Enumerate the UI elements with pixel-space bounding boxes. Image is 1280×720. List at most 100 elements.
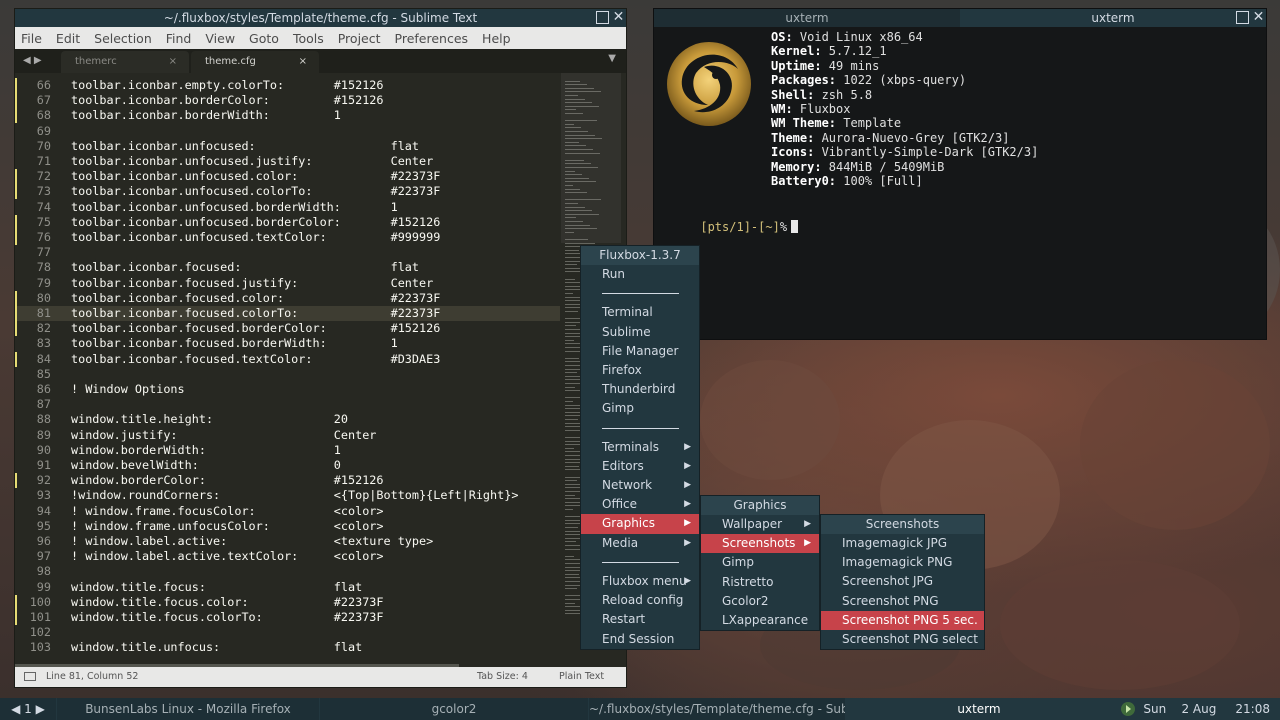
menu-item-screenshots[interactable]: Screenshots ▶ [701,534,819,554]
menu-item-terminal[interactable]: Terminal [581,303,699,322]
code-line[interactable]: 103 window.title.unfocus: flat [15,640,560,655]
code-line[interactable]: 80 toolbar.iconbar.focused.color: #22373F [15,290,560,306]
systray-arrow-icon[interactable] [1120,701,1136,717]
code-line[interactable]: 84 toolbar.iconbar.focused.textColor: #D3… [15,351,560,367]
code-line[interactable]: 81 toolbar.iconbar.focused.colorTo: #2237… [15,306,560,322]
code-line[interactable]: 92 window.borderColor: #152126 [15,473,560,489]
code-line[interactable]: 85 [15,367,560,382]
code-line[interactable]: 74 toolbar.iconbar.unfocused.borderWidth:… [15,200,560,215]
uxterm-titlebar[interactable]: uxterm uxterm ✕ [654,9,1266,27]
menu-item-file-manager[interactable]: File Manager [581,342,699,361]
menu-item-gcolor2[interactable]: Gcolor2 [701,592,819,611]
shell-prompt[interactable]: [pts/1]-[~]% [657,206,799,248]
menu-item-gimp[interactable]: Gimp [581,399,699,418]
tab-close-icon[interactable]: × [299,51,307,73]
screen-icon[interactable] [24,672,36,681]
menu-help[interactable]: Help [482,31,511,46]
code-line[interactable]: 77 [15,245,560,260]
tab-close-icon[interactable]: × [169,51,177,73]
workspace-switcher[interactable]: ◀ 1 ▶ [0,698,56,720]
maximize-button[interactable] [1236,11,1249,24]
code-line[interactable]: 86 ! Window Options [15,382,560,397]
code-line[interactable]: 76 toolbar.iconbar.unfocused.textColor: #… [15,230,560,245]
taskbar-item-firefox[interactable]: BunsenLabs Linux - Mozilla Firefox [57,698,319,720]
code-line[interactable]: 67 toolbar.iconbar.borderColor: #152126 [15,93,560,109]
menu-item-editors[interactable]: Editors ▶ [581,457,699,476]
menu-item-ristretto[interactable]: Ristretto [701,573,819,592]
menu-item-reload-config[interactable]: Reload config [581,591,699,610]
menu-item-network[interactable]: Network ▶ [581,476,699,495]
menu-tools[interactable]: Tools [293,31,324,46]
graphics-submenu[interactable]: Graphics Wallpaper ▶ Screenshots ▶ Gimp Ristr… [700,495,820,632]
menu-item-restart[interactable]: Restart [581,610,699,629]
tab-size[interactable]: Tab Size: 4 [477,667,528,687]
code-line[interactable]: 79 toolbar.iconbar.focused.justify: Cente… [15,276,560,291]
tab-dropdown-icon[interactable]: ▼ [608,53,616,64]
menu-item-run[interactable]: Run [581,265,699,284]
tab-theme-cfg[interactable]: theme.cfg × [191,51,319,73]
code-line[interactable]: 73 toolbar.iconbar.unfocused.colorTo: #22… [15,184,560,200]
syntax-mode[interactable]: Plain Text [559,667,604,687]
taskbar-item-uxterm[interactable]: uxterm [846,698,1112,720]
menu-edit[interactable]: Edit [56,31,80,46]
code-line[interactable]: 97 ! window.label.active.textColor: <colo… [15,549,560,564]
code-line[interactable]: 102 [15,625,560,640]
code-line[interactable]: 71 toolbar.iconbar.unfocused.justify: Cen… [15,154,560,169]
menu-find[interactable]: Find [166,31,192,46]
menu-item-imagemagick-jpg[interactable]: Imagemagick JPG [821,534,984,553]
menu-item-office[interactable]: Office ▶ [581,495,699,514]
code-line[interactable]: 72 toolbar.iconbar.unfocused.color: #2237… [15,169,560,185]
code-line[interactable]: 88 window.title.height: 20 [15,412,560,427]
sublime-window[interactable]: ~/.fluxbox/styles/Template/theme.cfg - S… [14,8,627,688]
menu-preferences[interactable]: Preferences [395,31,469,46]
code-line[interactable]: 83 toolbar.iconbar.focused.borderWidth: 1 [15,336,560,351]
taskbar-item-gcolor2[interactable]: gcolor2 [320,698,588,720]
code-line[interactable]: 93 !window.roundCorners: <{Top|Bottom}{Le… [15,488,560,503]
code-line[interactable]: 98 [15,564,560,579]
menu-item-thunderbird[interactable]: Thunderbird [581,380,699,399]
clock[interactable]: Sun 2 Aug 21:08 [1143,698,1270,720]
menu-item-gimp[interactable]: Gimp [701,553,819,572]
code-line[interactable]: 78 toolbar.iconbar.focused: flat [15,260,560,275]
menu-item-lxappearance[interactable]: LXappearance [701,611,819,630]
uxterm-tab-inactive[interactable]: uxterm [654,9,960,27]
code-line[interactable]: 66 toolbar.iconbar.empty.colorTo: #152126 [15,78,560,93]
code-line[interactable]: 101 window.title.focus.colorTo: #22373F [15,610,560,625]
code-line[interactable]: 69 [15,124,560,139]
close-button[interactable]: ✕ [612,10,625,24]
screenshots-submenu[interactable]: Screenshots Imagemagick JPG Imagemagick P… [820,514,985,651]
code-line[interactable]: 96 ! window.label.active: <texture type> [15,534,560,549]
code-line[interactable]: 91 window.bevelWidth: 0 [15,458,560,473]
menu-item-graphics[interactable]: Graphics ▶ [581,514,699,534]
code-line[interactable]: 90 window.borderWidth: 1 [15,443,560,458]
menu-goto[interactable]: Goto [249,31,279,46]
uxterm-tab-active[interactable]: uxterm [960,9,1266,27]
code-line[interactable]: 68 toolbar.iconbar.borderWidth: 1 [15,108,560,124]
code-line[interactable]: 99 window.title.focus: flat [15,580,560,595]
menu-item-screenshot-png-5-sec[interactable]: Screenshot PNG 5 sec. [821,610,984,630]
code-editor[interactable]: 66 toolbar.iconbar.empty.colorTo: #152126… [15,73,626,667]
close-button[interactable]: ✕ [1252,10,1265,24]
menu-project[interactable]: Project [338,31,381,46]
menu-file[interactable]: File [21,31,42,46]
menu-item-fluxbox-menu[interactable]: Fluxbox menu ▶ [581,572,699,591]
code-line[interactable]: 87 [15,397,560,412]
sublime-titlebar[interactable]: ~/.fluxbox/styles/Template/theme.cfg - S… [15,9,626,27]
menu-item-firefox[interactable]: Firefox [581,361,699,380]
menu-item-screenshot-png[interactable]: Screenshot PNG [821,592,984,611]
code-line[interactable]: 100 window.title.focus.color: #22373F [15,594,560,610]
menu-item-sublime[interactable]: Sublime [581,323,699,342]
fluxbox-root-menu[interactable]: Fluxbox-1.3.7 Run Terminal Sublime File Man… [580,245,700,650]
menu-item-screenshot-png-select[interactable]: Screenshot PNG select [821,630,984,649]
menu-item-end-session[interactable]: End Session [581,630,699,649]
menu-item-imagemagick-png[interactable]: Imagemagick PNG [821,553,984,572]
menu-item-terminals[interactable]: Terminals ▶ [581,438,699,457]
uxterm-window[interactable]: uxterm uxterm ✕ [pts/1]-[~]% OS: Void Li… [653,8,1267,340]
menu-item-media[interactable]: Media ▶ [581,534,699,553]
code-line[interactable]: 89 window.justify: Center [15,428,560,443]
code-line[interactable]: 70 toolbar.iconbar.unfocused: flat [15,139,560,154]
tab-nav-arrows[interactable]: ◀ ▶ [15,49,61,73]
menu-item-wallpaper[interactable]: Wallpaper ▶ [701,515,819,534]
code-line[interactable]: 82 toolbar.iconbar.focused.borderColor: #… [15,321,560,337]
menu-item-screenshot-jpg[interactable]: Screenshot JPG [821,572,984,591]
